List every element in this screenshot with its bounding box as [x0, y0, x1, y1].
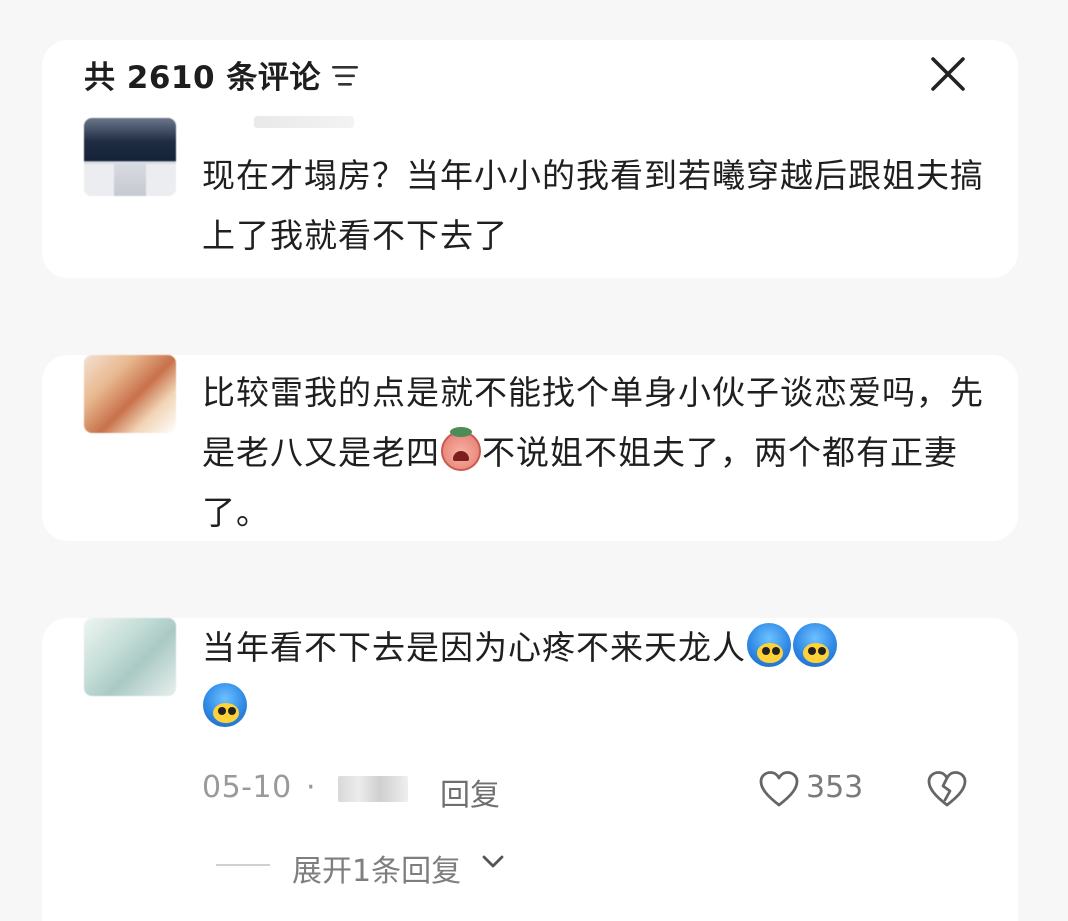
comment-text: 现在才塌房？当年小小的我看到若曦穿越后跟姐夫搞上了我就看不下去了 — [202, 156, 984, 255]
comment-meta: 05-10 · 回复 353 — [202, 770, 992, 813]
comment-item: 比较雷我的点是就不能找个单身小伙子谈恋爱吗，先是老八又是老四 不说姐不姐夫了，两个… — [42, 355, 1018, 541]
location-blurred — [338, 776, 408, 802]
comment-text-part: 当年看不下去是因为心疼不来天龙人 — [202, 628, 746, 667]
expand-replies-label: 展开1条回复 — [292, 854, 462, 889]
comment-text: 比较雷我的点是就不能找个单身小伙子谈恋爱吗，先是老八又是老四 不说姐不姐夫了，两个… — [202, 363, 992, 543]
blue-hair-face-icon — [747, 623, 791, 667]
broken-heart-icon — [927, 771, 967, 807]
chevron-down-icon — [482, 855, 504, 868]
username-blurred[interactable] — [254, 116, 354, 128]
like-count: 353 — [806, 770, 864, 805]
blue-hair-face-icon — [203, 683, 247, 727]
comment-count-title: 共 2610 条评论 — [84, 60, 321, 96]
avatar[interactable] — [84, 618, 176, 696]
comment-item: 当年看不下去是因为心疼不来天龙人 05-10 · 回复 353 展开1条回复 — [42, 618, 1018, 921]
heart-outline-icon — [759, 771, 799, 807]
comment-panel: 共 2610 条评论 现在才塌房？当年小小的我看到若曦穿越后跟姐夫搞上了我就看不… — [0, 0, 1068, 921]
divider-line — [216, 864, 270, 866]
sort-icon[interactable] — [332, 64, 362, 88]
comments-header: 共 2610 条评论 — [42, 40, 1018, 110]
avatar[interactable] — [84, 118, 176, 196]
dislike-button[interactable] — [926, 770, 968, 816]
blue-hair-face-icon — [793, 623, 837, 667]
crying-face-icon — [441, 427, 481, 471]
avatar[interactable] — [84, 355, 176, 433]
comment-date: 05-10 — [202, 770, 292, 805]
close-icon[interactable] — [928, 54, 968, 94]
meta-separator: · — [306, 770, 316, 805]
comment-text: 当年看不下去是因为心疼不来天龙人 — [202, 618, 992, 738]
reply-button[interactable]: 回复 — [440, 770, 500, 814]
comment-item: 现在才塌房？当年小小的我看到若曦穿越后跟姐夫搞上了我就看不下去了 — [42, 110, 1018, 278]
